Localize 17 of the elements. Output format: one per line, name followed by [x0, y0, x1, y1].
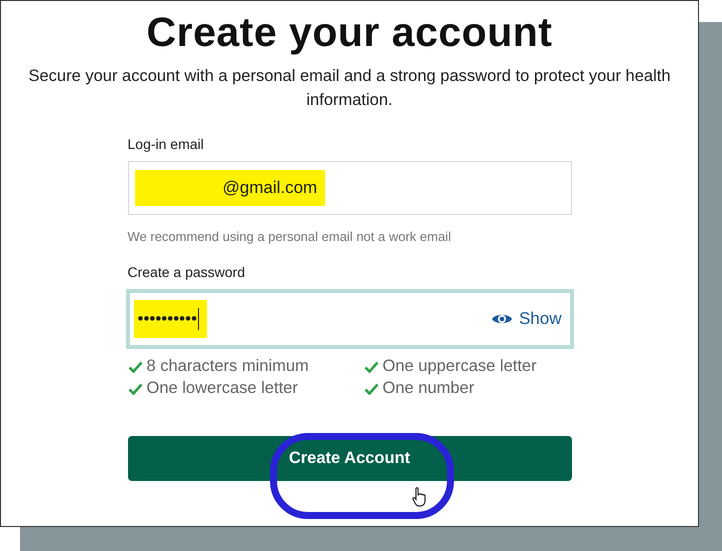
email-field[interactable]: @gmail.com: [128, 161, 572, 215]
email-value: @gmail.com: [134, 170, 326, 206]
page-title: Create your account: [146, 9, 552, 56]
eye-icon: [490, 312, 513, 326]
requirement-text: One uppercase letter: [382, 357, 537, 376]
requirement-text: 8 characters minimum: [146, 357, 309, 376]
hand-cursor-icon: [412, 487, 428, 507]
field-label: Log-in email: [128, 136, 205, 152]
subtitle: Secure your account with a personal email and a strong password to protect your health information.: [27, 66, 672, 111]
create-account-button[interactable]: Create Account: [128, 436, 572, 481]
password-value: ••••••••••: [134, 300, 208, 338]
hint-text: We recommend using a personal email not a work email: [128, 229, 452, 244]
requirement-text: One number: [382, 379, 474, 398]
field-label: Create a password: [128, 264, 246, 280]
requirement-text: One lowercase letter: [146, 379, 298, 398]
show-password-button[interactable]: Show: [490, 309, 562, 329]
password-field[interactable]: •••••••••• Show: [126, 289, 574, 349]
